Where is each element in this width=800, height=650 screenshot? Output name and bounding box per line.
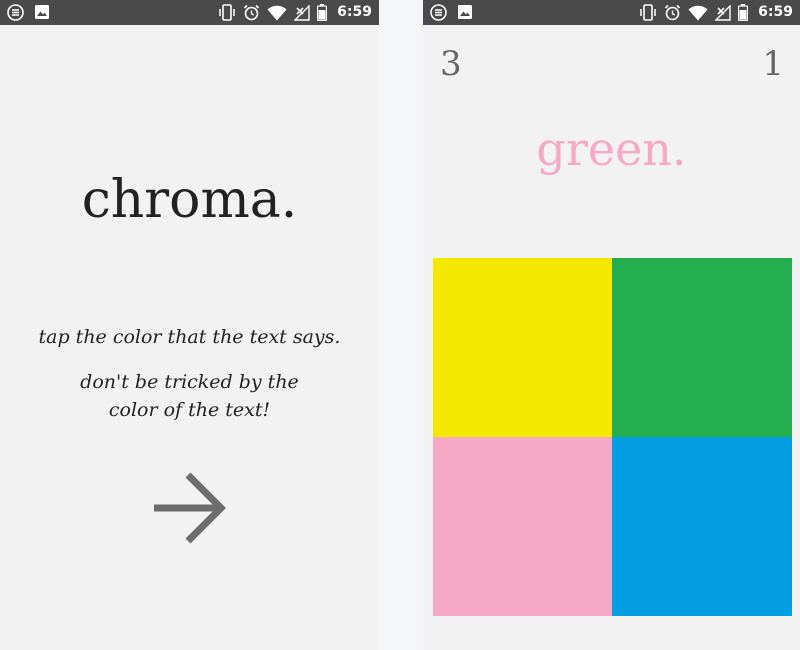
image-icon [457,4,473,21]
wifi-icon [267,5,287,21]
notification-circle-icon [430,4,447,21]
battery-icon [738,4,749,21]
game-screen: 6:59 3 1 green. [423,0,800,650]
color-tile-green[interactable] [612,258,792,437]
color-tile-blue[interactable] [612,437,792,616]
score-right: 1 [762,44,784,84]
status-time: 6:59 [758,4,793,20]
start-button[interactable] [150,470,230,546]
image-icon [34,4,50,21]
notification-circle-icon [7,4,24,21]
no-signal-icon [715,4,731,21]
score-left: 3 [440,44,462,84]
color-tile-pink[interactable] [433,437,612,616]
color-tile-yellow[interactable] [433,258,612,437]
arrow-right-icon [150,470,230,546]
vibrate-icon [639,4,657,21]
start-screen: 6:59 chroma. tap the color that the text… [0,0,379,650]
status-bar: 6:59 [0,0,379,25]
instruction-text-1: tap the color that the text says. [38,326,341,348]
vibrate-icon [218,4,236,21]
instruction-text-2: don't be tricked by the color of the tex… [80,371,299,421]
no-signal-icon [294,4,310,21]
wifi-icon [688,5,708,21]
color-word: green. [536,122,687,176]
alarm-icon [243,4,260,21]
alarm-icon [664,4,681,21]
battery-icon [317,4,328,21]
status-time: 6:59 [337,4,372,20]
color-grid [433,258,792,616]
status-bar: 6:59 [423,0,800,25]
app-title: chroma. [81,170,298,230]
